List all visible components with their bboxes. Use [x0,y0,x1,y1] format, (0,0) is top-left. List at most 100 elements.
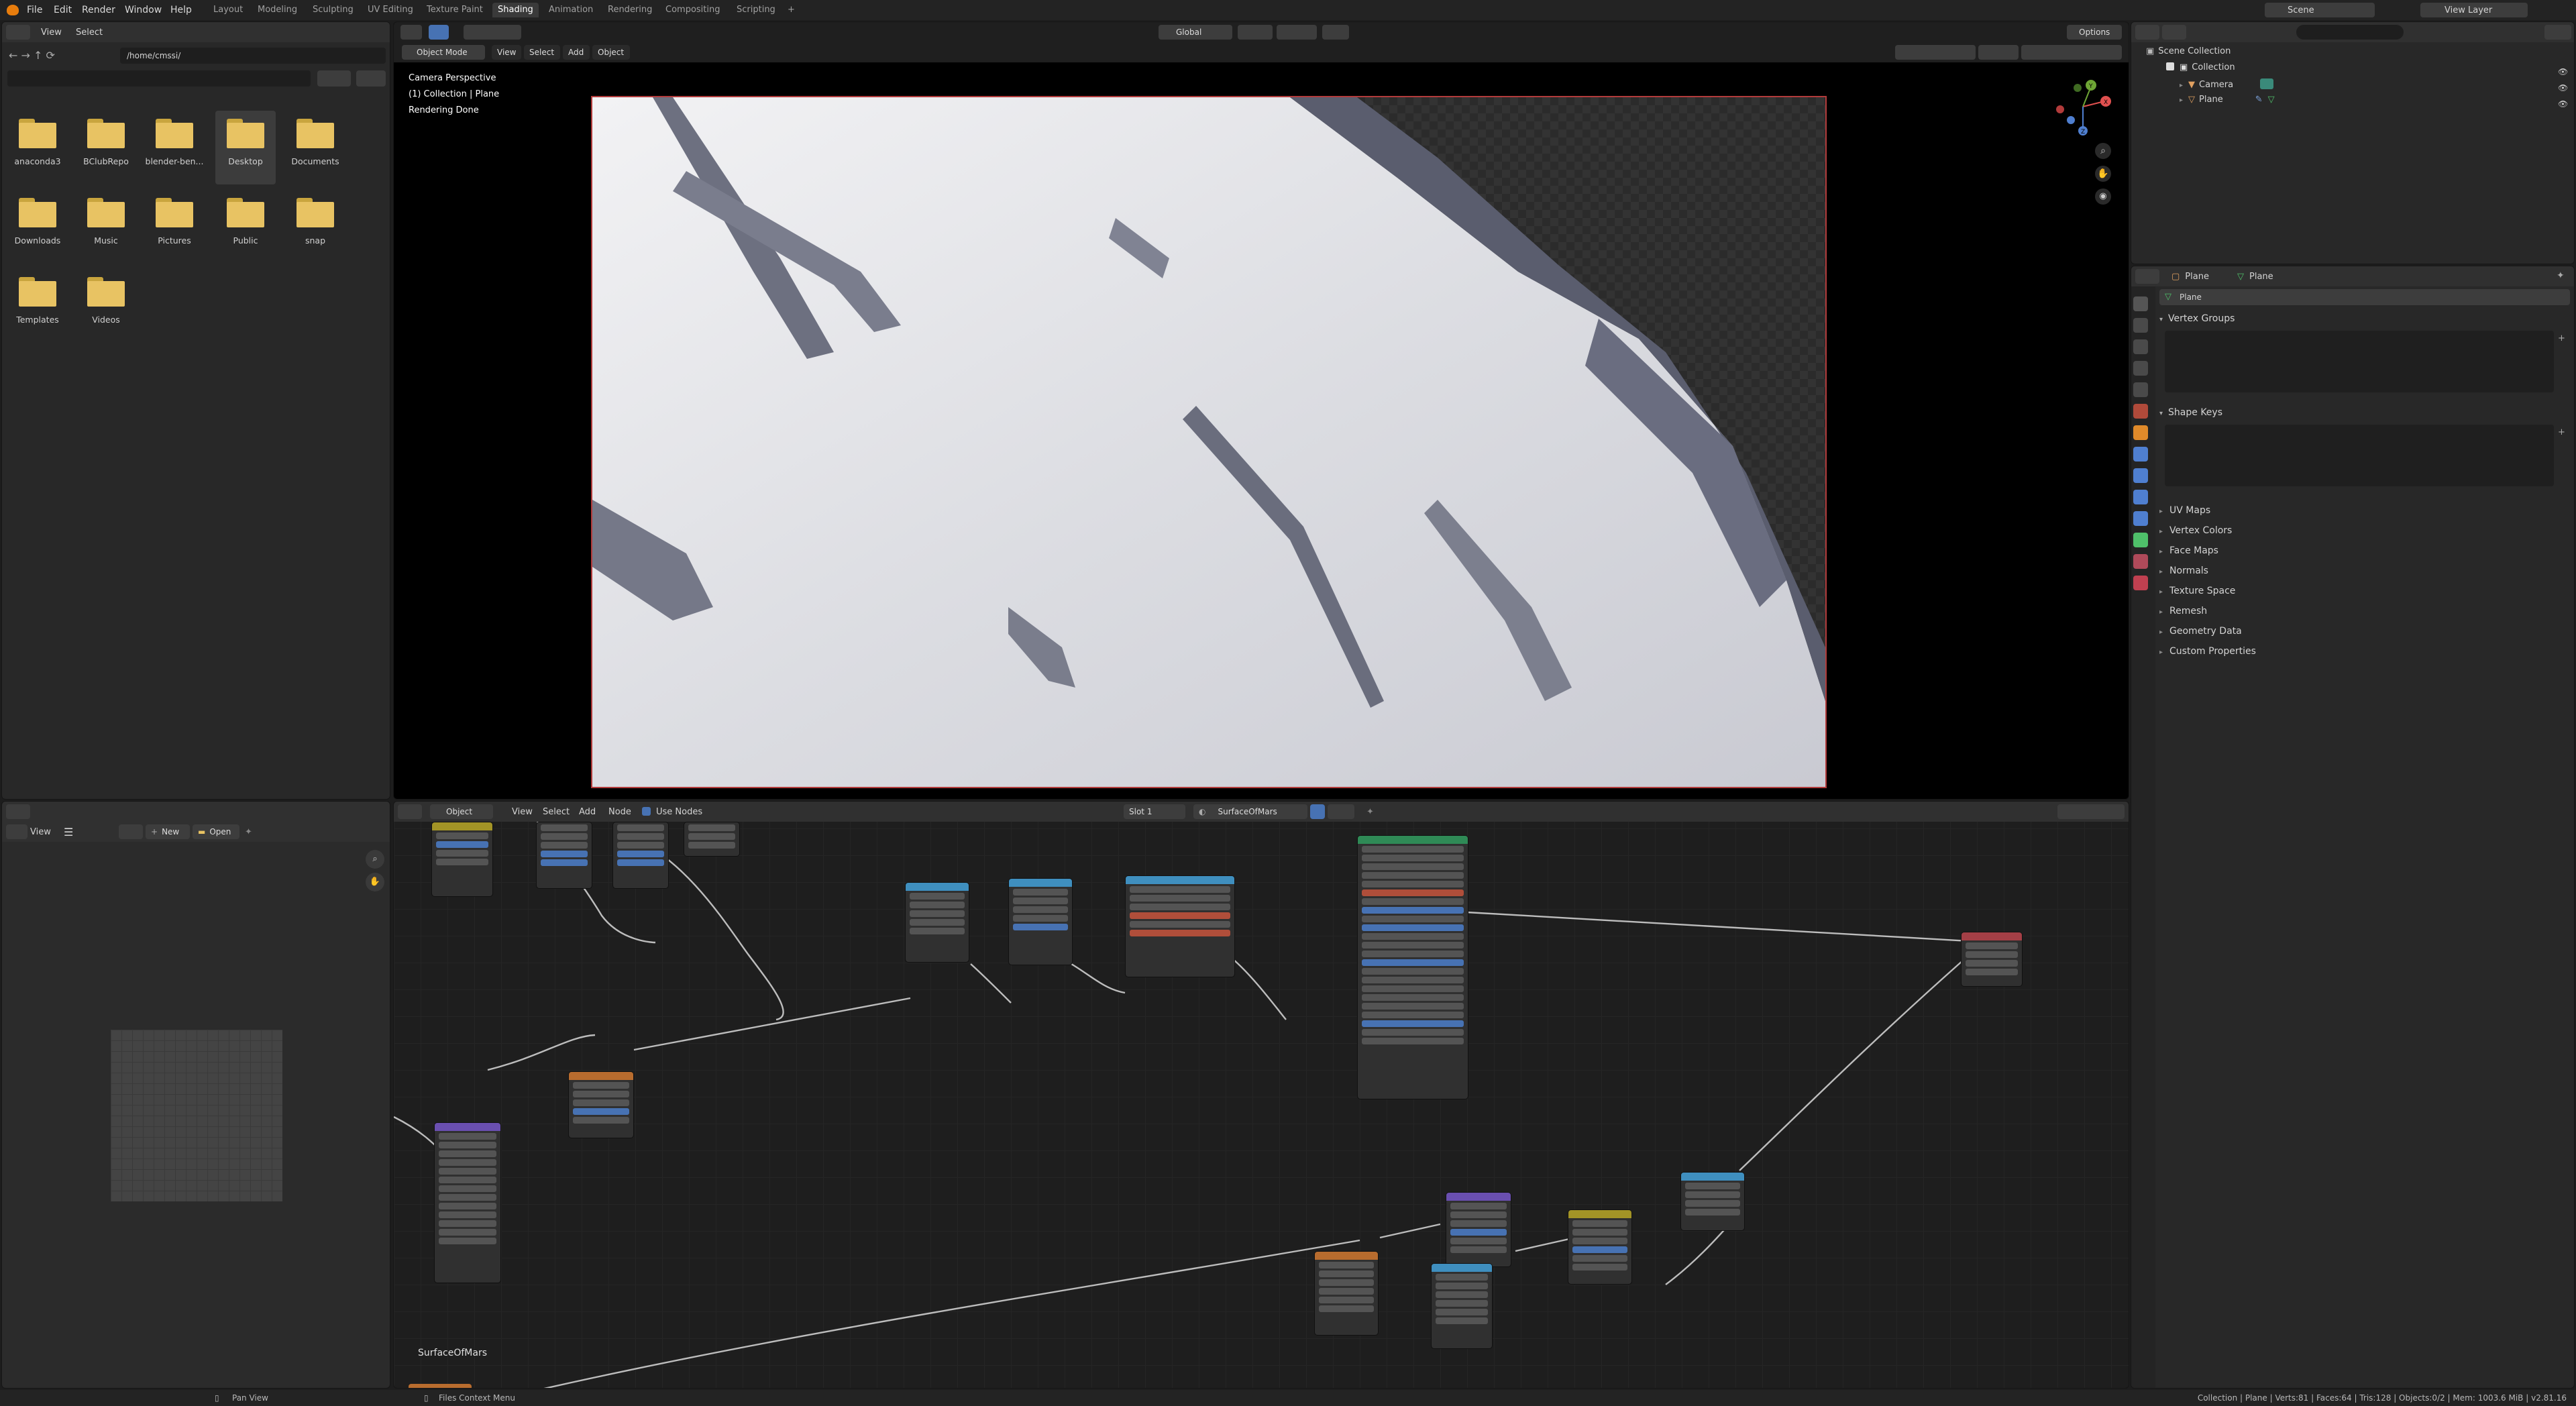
folder-item[interactable]: Pictures [144,190,205,264]
scene-selector[interactable]: Scene [2265,3,2375,17]
constraints-tab-icon[interactable] [2133,511,2148,526]
node-noise-texture[interactable] [1314,1251,1379,1336]
material-tab-icon[interactable] [2133,554,2148,569]
add-shape-key-icon[interactable]: + [2558,427,2569,438]
folder-item[interactable]: Videos [76,269,136,343]
navigation-gizmo[interactable]: X Y Z [2051,74,2115,139]
output-tab-icon[interactable] [2133,339,2148,354]
select-tool-icon[interactable] [429,25,449,40]
file-search-input[interactable] [7,70,311,87]
mesh-name-field[interactable]: ▽ Plane [2159,289,2570,305]
node-overlay-toggles[interactable] [2057,804,2125,819]
offscreen-node[interactable] [409,1384,472,1388]
shader-type-dropdown[interactable]: Object [430,804,493,819]
panel-shape-keys-header[interactable]: ▾ Shape Keys [2159,407,2222,418]
folder-item[interactable]: snap [285,190,345,264]
mode-dropdown[interactable]: Object Mode [402,45,485,60]
file-menu-select[interactable]: Select [76,28,103,38]
node-principled-bsdf[interactable] [1357,835,1468,1099]
folder-item[interactable]: Public [215,190,276,264]
editor-type-icon[interactable] [2135,25,2159,40]
node-material-output[interactable] [1961,932,2023,987]
pan-hand-icon[interactable]: ✋ [366,873,384,891]
folder-item[interactable]: Downloads [7,190,68,264]
selection-mode-buttons[interactable] [464,25,521,40]
pin-icon[interactable]: ✦ [2557,270,2565,281]
nav-arrows-icon[interactable]: ← → ↑ ⟳ [9,49,55,62]
folder-item[interactable]: Documents [285,111,345,184]
panel-geometry-data[interactable]: ▸ Geometry Data [2159,622,2256,642]
viewport-menu-object[interactable]: Object [592,45,630,60]
filter-button[interactable] [356,70,386,87]
pan-hand-icon[interactable]: ✋ [2095,166,2111,182]
texture-tab-icon[interactable] [2133,576,2148,590]
path-field[interactable]: /home/cmssi/ [120,48,386,64]
zoom-icon[interactable]: ⌕ [366,850,384,869]
panel-vertex-groups-header[interactable]: ▾ Vertex Groups [2159,313,2235,324]
physics-tab-icon[interactable] [2133,490,2148,504]
node-mapping[interactable] [434,1122,501,1283]
blender-logo-icon[interactable] [7,5,19,15]
node-math-small[interactable] [684,822,740,857]
render-tab-icon[interactable] [2133,318,2148,333]
modifier-tab-icon[interactable] [2133,447,2148,462]
node-menu-select[interactable]: Select [543,807,570,817]
outliner-search-input[interactable] [2296,25,2404,40]
viewport-menu-add[interactable]: Add [563,45,590,60]
view-layer-selector[interactable]: View Layer [2420,3,2528,17]
menu-window[interactable]: Window [125,5,162,15]
camera-view-icon[interactable]: ◉ [2095,188,2111,205]
material-selector[interactable]: ◐ SurfaceOfMars [1193,804,1307,819]
expand-arrow-icon[interactable]: ▸ [2180,82,2183,89]
zoom-icon[interactable]: ⌕ [2095,143,2111,159]
folder-item-selected[interactable]: Desktop [215,111,276,184]
editor-type-icon[interactable] [400,25,422,40]
display-mode-icon[interactable] [2162,25,2186,40]
folder-item[interactable]: blender-ben... [144,111,205,184]
panel-texture-space[interactable]: ▸ Texture Space [2159,582,2256,602]
tab-texture-paint[interactable]: Texture Paint [421,3,488,17]
tab-shading[interactable]: Shading [492,3,539,17]
overlays-toggle-icon[interactable] [1978,45,2019,60]
outliner-row-camera[interactable]: ▸ ▼ Camera [2180,78,2274,90]
node-noise-texture[interactable] [568,1071,634,1138]
viewport-area[interactable]: Global Options Object Mode View Select A… [393,21,2129,800]
proportional-edit-icon[interactable] [1322,25,1349,40]
viewport-menu-select[interactable]: Select [524,45,560,60]
folder-item[interactable]: Music [76,190,136,264]
node-displacement[interactable] [1446,1192,1511,1267]
node-math[interactable] [1008,878,1073,965]
panel-remesh[interactable]: ▸ Remesh [2159,602,2256,622]
menu-edit[interactable]: Edit [54,5,72,15]
node-color-ramp-small[interactable] [431,822,493,897]
node-menu-node[interactable]: Node [608,807,631,817]
node-vector-math[interactable] [1680,1172,1745,1231]
checkbox-icon[interactable] [2166,62,2174,70]
folder-item[interactable]: Templates [7,269,68,343]
node-menu-add[interactable]: Add [579,807,596,817]
use-nodes-toggle[interactable]: Use Nodes [642,807,702,817]
menu-file[interactable]: File [27,5,42,15]
world-tab-icon[interactable] [2133,404,2148,419]
file-menu-view[interactable]: View [41,28,62,38]
object-tab-icon[interactable] [2133,425,2148,440]
transform-orientation-dropdown[interactable]: Global [1159,25,1232,40]
menu-help[interactable]: Help [170,5,192,15]
image-mode-icon[interactable] [6,824,28,839]
pivot-point-icon[interactable] [1238,25,1273,40]
expand-arrow-icon[interactable]: ▸ [2180,97,2183,104]
image-browse-icon[interactable] [119,824,143,839]
tab-compositing[interactable]: Compositing [660,3,726,17]
viewport-gizmo-toggles[interactable] [1895,45,1976,60]
outliner-row-collection[interactable]: ▣ Collection [2166,62,2235,72]
editor-type-icon[interactable] [6,804,30,819]
add-vertex-group-icon[interactable]: + [2558,333,2569,344]
node-texture-small[interactable] [612,822,669,889]
panel-uv-maps[interactable]: ▸ UV Maps [2159,501,2256,521]
shape-keys-list[interactable] [2165,425,2554,486]
node-canvas[interactable]: SurfaceOfMars [394,822,2129,1388]
tab-modeling[interactable]: Modeling [252,3,303,17]
options-dropdown[interactable]: Options [2067,25,2122,40]
open-image-button[interactable]: ▬ Open [193,824,239,839]
pin-icon[interactable]: ✦ [1366,807,1374,817]
